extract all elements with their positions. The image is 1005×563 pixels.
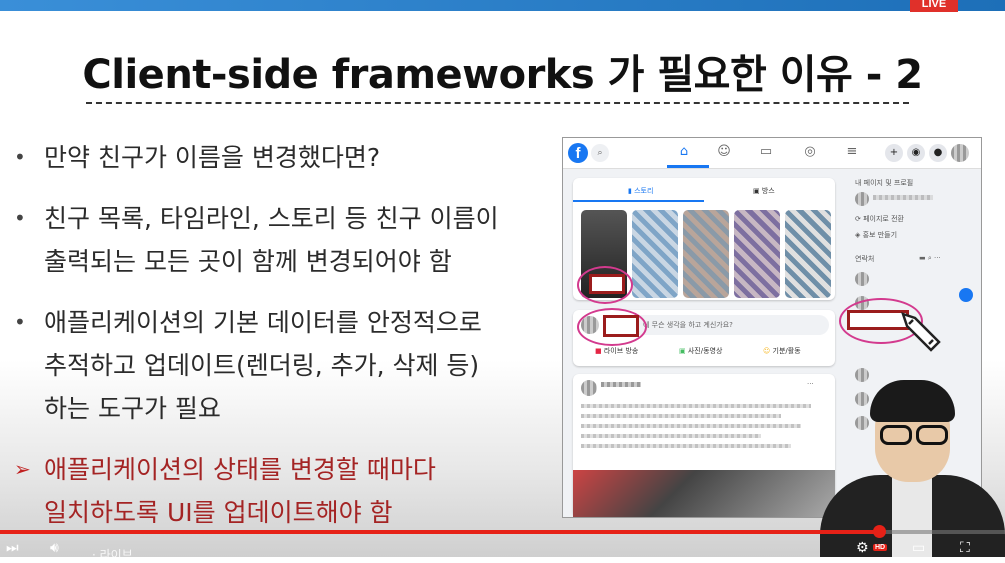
presenter-hair xyxy=(870,380,955,422)
post-text xyxy=(581,434,761,438)
bullet-line: 일치하도록 UI를 업데이트해야 함 xyxy=(44,498,393,527)
rooms-tab: ▣ 방스 xyxy=(753,187,775,195)
bullet-item: • 만약 친구가 이름을 변경했다면? xyxy=(14,136,554,179)
post-avatar xyxy=(581,380,597,396)
live-video-button[interactable]: ■ 라이브 방송 xyxy=(595,346,638,356)
fb-top-bar: f ⌕ ⌂ ☺ ▭ ◎ ≡ + ◉ ● xyxy=(563,138,981,169)
contact-avatar xyxy=(855,272,869,286)
friends-icon: ☺ xyxy=(717,144,731,159)
post-image xyxy=(573,470,835,517)
feeling-button[interactable]: ☺ 기분/활동 xyxy=(763,346,801,356)
switch-page-link[interactable]: ⟳ 페이지로 전환 xyxy=(855,214,904,224)
blurred-name-box xyxy=(603,315,639,337)
volume-icon[interactable]: 🔊︎ xyxy=(50,540,59,556)
stories-tab: ▮ 스토리 xyxy=(628,187,654,195)
composer-placeholder: 에 무슨 생각을 하고 계신가요? xyxy=(643,321,733,329)
story-thumbnail xyxy=(734,210,780,298)
post-author xyxy=(601,382,641,387)
progress-fill xyxy=(0,530,880,534)
bell-icon: ● xyxy=(929,144,947,162)
bullet-marker: • xyxy=(14,206,26,230)
story-thumbnail xyxy=(785,210,831,298)
post-text xyxy=(581,424,801,428)
bullet-marker: • xyxy=(14,310,26,334)
story-thumbnail xyxy=(683,210,729,298)
pages-section-title: 내 페이지 및 프로필 xyxy=(855,179,914,187)
photo-video-button[interactable]: ▣ 사진/동영상 xyxy=(679,346,722,356)
menu-icon: ≡ xyxy=(846,144,858,159)
bullet-list: • 만약 친구가 이름을 변경했다면? • 친구 목록, 타임라인, 스토리 등… xyxy=(14,136,554,552)
fullscreen-icon[interactable]: ⛶ xyxy=(960,540,970,556)
bullet-line: 친구 목록, 타임라인, 스토리 등 친구 이름이 xyxy=(44,204,499,233)
title-divider xyxy=(86,102,909,104)
video-camera-icon: ■ xyxy=(595,347,602,355)
page-avatar xyxy=(855,192,869,206)
avatar xyxy=(951,144,969,162)
groups-icon: ◎ xyxy=(804,144,816,159)
new-message-icon xyxy=(959,288,973,302)
pencil-icon xyxy=(901,312,941,352)
post-card: ··· xyxy=(573,374,835,517)
stories-tab-underline xyxy=(573,200,704,202)
smiley-icon: ☺ xyxy=(763,347,771,355)
bullet-item: • 친구 목록, 타임라인, 스토리 등 친구 이름이 출력되는 모든 곳이 함… xyxy=(14,197,554,283)
home-icon: ⌂ xyxy=(679,144,689,159)
bullet-line: 하는 도구가 필요 xyxy=(44,394,221,423)
skip-next-icon[interactable]: ⏭ xyxy=(6,540,19,556)
page-name xyxy=(873,195,933,200)
bullet-line: 만약 친구가 이름을 변경했다면? xyxy=(44,143,381,172)
more-icon: ··· xyxy=(807,380,814,388)
story-thumbnail xyxy=(632,210,678,298)
bullet-item-highlight: ➢ 애플리케이션의 상태를 변경할 때마다 일치하도록 UI를 업데이트해야 함 xyxy=(14,448,554,534)
post-text xyxy=(581,404,811,408)
plus-icon: + xyxy=(885,144,903,162)
bullet-marker: • xyxy=(14,145,26,169)
post-text xyxy=(581,414,781,418)
active-tab-indicator xyxy=(667,165,709,168)
bullet-line: 애플리케이션의 기본 데이터를 안정적으로 xyxy=(44,308,482,337)
bullet-line: 애플리케이션의 상태를 변경할 때마다 xyxy=(44,455,436,484)
messenger-icon: ◉ xyxy=(907,144,925,162)
photo-icon: ▣ xyxy=(679,347,686,355)
watch-icon: ▭ xyxy=(759,144,773,159)
search-icon: ⌕ xyxy=(591,144,609,162)
video-top-bar xyxy=(0,0,1005,11)
gear-icon[interactable]: ⚙ xyxy=(856,540,869,556)
facebook-logo: f xyxy=(568,143,588,163)
create-ad-link[interactable]: ◈ 홍보 만들기 xyxy=(855,230,897,240)
contacts-icons: ▬ ⌕ ··· xyxy=(919,254,941,262)
presenter-glasses xyxy=(880,425,948,445)
live-badge: LIVE xyxy=(910,0,958,12)
miniplayer-icon[interactable]: ▭ xyxy=(912,540,925,556)
arrow-bullet-icon: ➢ xyxy=(14,457,31,481)
bullet-line: 출력되는 모든 곳이 함께 변경되어야 함 xyxy=(44,247,452,276)
blurred-name-box xyxy=(589,274,625,294)
chapter-label[interactable]: · 라이브 xyxy=(92,546,133,563)
slide-title: Client-side frameworks 가 필요한 이유 - 2 xyxy=(82,52,923,98)
hd-badge: HD xyxy=(873,544,888,551)
post-text xyxy=(581,444,791,448)
bullet-line: 추적하고 업데이트(렌더링, 추가, 삭제 등) xyxy=(44,351,480,380)
bullet-item: • 애플리케이션의 기본 데이터를 안정적으로 추적하고 업데이트(렌더링, 추… xyxy=(14,301,554,430)
contacts-section-title: 연락처 xyxy=(855,255,875,263)
